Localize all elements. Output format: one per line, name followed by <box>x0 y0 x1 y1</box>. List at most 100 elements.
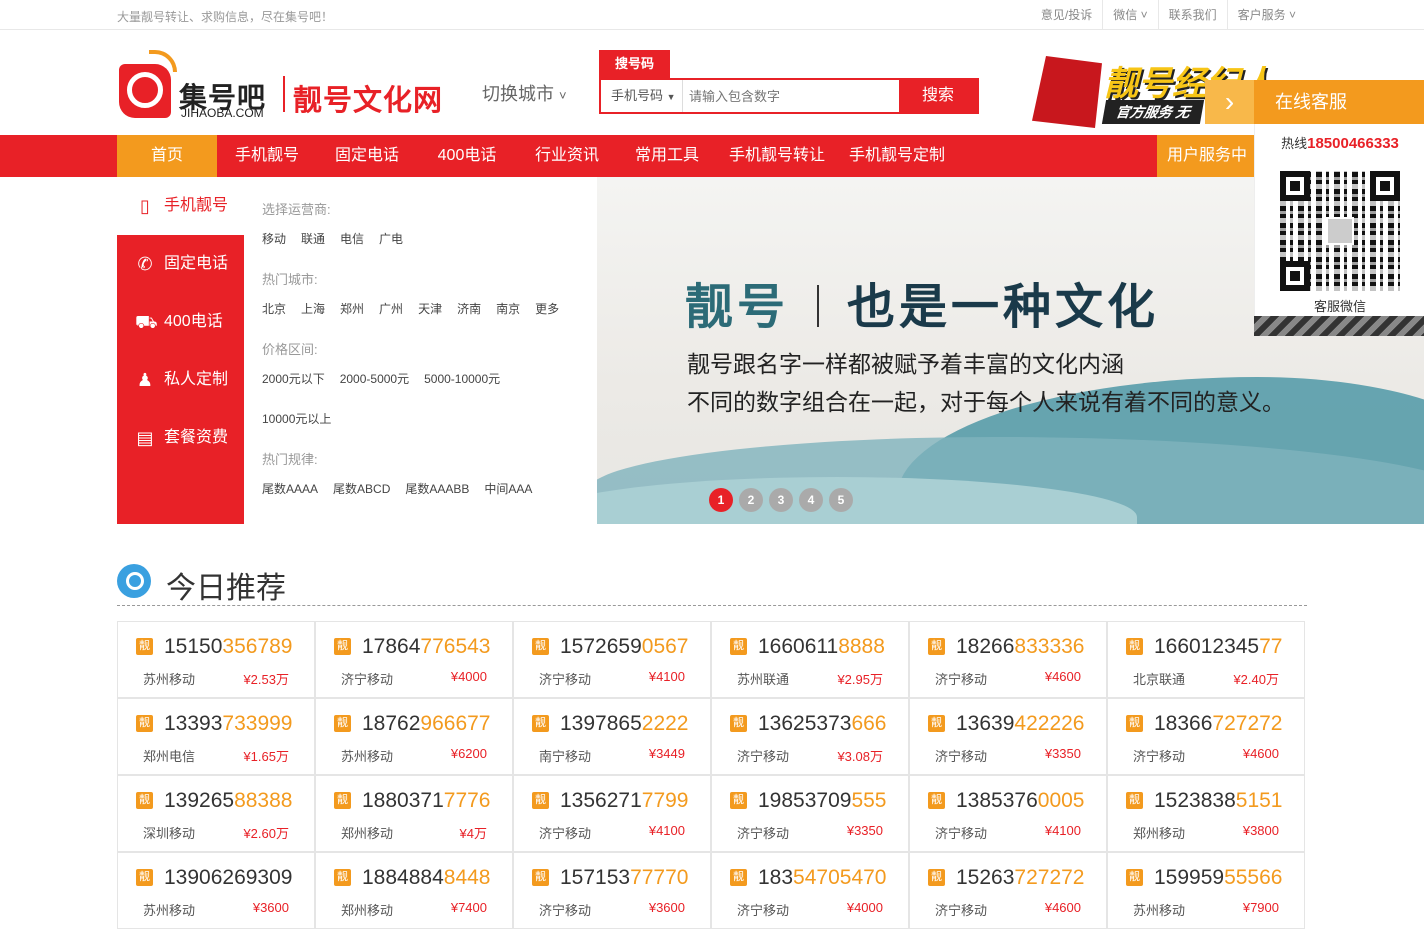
phone-number: 13625373666 <box>758 712 887 735</box>
number-card[interactable]: 靓 18762966677 苏州移动 ¥6200 <box>315 698 513 775</box>
number-card[interactable]: 靓 15238385151 郑州移动 ¥3800 <box>1107 775 1305 852</box>
number-card[interactable]: 靓 13625373666 济宁移动 ¥3.08万 <box>711 698 909 775</box>
fist-icon <box>1032 56 1102 128</box>
number-card[interactable]: 靓 13978652222 南宁移动 ¥3449 <box>513 698 711 775</box>
number-card[interactable]: 靓 15726590567 济宁移动 ¥4100 <box>513 621 711 698</box>
contact-link[interactable]: 联系我们 <box>1157 0 1227 30</box>
cat-custom[interactable]: ♟ 私人定制 <box>117 351 244 409</box>
city-option[interactable]: 济南 <box>457 300 481 317</box>
slider-dot[interactable]: 4 <box>799 488 823 512</box>
carrier-option[interactable]: 联通 <box>301 230 325 247</box>
cat-landline[interactable]: ✆ 固定电话 <box>117 235 244 293</box>
number-price: ¥4000 <box>450 669 487 684</box>
nav-custom[interactable]: 手机靓号定制 <box>837 135 957 177</box>
search-type-select[interactable]: 手机号码 ▼ <box>601 80 683 112</box>
pretty-number-badge: 靓 <box>730 715 747 732</box>
phone-number: 18803717776 <box>362 789 491 812</box>
number-location: 济宁移动 <box>1133 749 1186 764</box>
search-button[interactable]: 搜索 <box>899 80 977 112</box>
slider-dot[interactable]: 1 <box>709 488 733 512</box>
pretty-number-badge: 靓 <box>1126 792 1143 809</box>
price-option[interactable]: 2000-5000元 <box>340 370 409 387</box>
city-switch[interactable]: 切换城市 ˅ <box>482 80 567 106</box>
rule-option[interactable]: 尾数ABCD <box>333 480 390 497</box>
number-card[interactable]: 靓 15263727272 济宁移动 ¥4600 <box>909 852 1107 929</box>
nav-transfer[interactable]: 手机靓号转让 <box>717 135 837 177</box>
price-option[interactable]: 10000元以上 <box>262 410 331 427</box>
rule-option[interactable]: 尾数AAAA <box>262 480 318 497</box>
carrier-option[interactable]: 移动 <box>262 230 286 247</box>
chevron-right-icon[interactable]: › <box>1205 80 1254 124</box>
phone-number: 18366727272 <box>1154 712 1283 735</box>
search-box: 手机号码 ▼ 搜索 <box>599 78 979 114</box>
carrier-option[interactable]: 广电 <box>379 230 403 247</box>
number-card[interactable]: 靓 13926588388 深圳移动 ¥2.60万 <box>117 775 315 852</box>
number-location: 济宁移动 <box>737 903 790 918</box>
search-icon <box>117 564 151 598</box>
cat-mobile[interactable]: ▯ 手机靓号 <box>117 177 244 235</box>
nav-news[interactable]: 行业资讯 <box>517 135 617 177</box>
city-option[interactable]: 郑州 <box>340 300 364 317</box>
number-card[interactable]: 靓 13906269309 苏州移动 ¥3600 <box>117 852 315 929</box>
phone-number: 19853709555 <box>758 789 887 812</box>
city-option[interactable]: 南京 <box>496 300 520 317</box>
nav-tools[interactable]: 常用工具 <box>617 135 717 177</box>
city-more[interactable]: 更多 <box>535 300 559 317</box>
number-card[interactable]: 靓 19853709555 济宁移动 ¥3350 <box>711 775 909 852</box>
nav-landline[interactable]: 固定电话 <box>317 135 417 177</box>
wechat-link[interactable]: 微信 ˅ <box>1102 0 1157 30</box>
slider-dot[interactable]: 3 <box>769 488 793 512</box>
logo-divider <box>283 76 285 112</box>
phone-number: 15263727272 <box>956 866 1085 889</box>
service-header[interactable]: › 在线客服 <box>1205 80 1424 124</box>
site-logo[interactable]: 集号吧 JIHAOBA.COM <box>117 50 277 122</box>
rule-option[interactable]: 尾数AAABB <box>405 480 469 497</box>
city-option[interactable]: 上海 <box>301 300 325 317</box>
number-price: ¥4600 <box>1044 669 1081 684</box>
customer-service-link[interactable]: 客户服务 ˅ <box>1226 0 1306 30</box>
number-card[interactable]: 靓 13562717799 济宁移动 ¥4100 <box>513 775 711 852</box>
carrier-options: 移动 联通 电信 广电 <box>262 230 418 247</box>
number-card[interactable]: 靓 17864776543 济宁移动 ¥4000 <box>315 621 513 698</box>
number-location: 济宁移动 <box>341 672 394 687</box>
number-location: 深圳移动 <box>143 826 196 841</box>
number-location: 济宁移动 <box>935 749 988 764</box>
number-card[interactable]: 靓 13853760005 济宁移动 ¥4100 <box>909 775 1107 852</box>
number-card[interactable]: 靓 15995955566 苏州移动 ¥7900 <box>1107 852 1305 929</box>
nav-home[interactable]: 首页 <box>117 135 217 177</box>
search-input[interactable] <box>683 80 901 112</box>
city-option[interactable]: 广州 <box>379 300 403 317</box>
number-card[interactable]: 靓 13639422226 济宁移动 ¥3350 <box>909 698 1107 775</box>
feedback-link[interactable]: 意见/投诉 <box>1031 0 1102 30</box>
price-option[interactable]: 5000-10000元 <box>424 370 500 387</box>
number-card[interactable]: 靓 13393733999 郑州电信 ¥1.65万 <box>117 698 315 775</box>
pretty-number-badge: 靓 <box>1126 715 1143 732</box>
number-price: ¥2.95万 <box>837 672 883 687</box>
city-option[interactable]: 天津 <box>418 300 442 317</box>
cat-400[interactable]: ⛟ 400电话 <box>117 293 244 351</box>
avatar <box>1326 217 1354 245</box>
rule-option[interactable]: 中间AAA <box>484 480 532 497</box>
logo-domain: JIHAOBA.COM <box>181 106 264 120</box>
number-card[interactable]: 靓 16601234577 北京联通 ¥2.40万 <box>1107 621 1305 698</box>
number-card[interactable]: 靓 18266833336 济宁移动 ¥4600 <box>909 621 1107 698</box>
number-card[interactable]: 靓 16606118888 苏州联通 ¥2.95万 <box>711 621 909 698</box>
number-card[interactable]: 靓 18366727272 济宁移动 ¥4600 <box>1107 698 1305 775</box>
number-card[interactable]: 靓 18848848448 郑州移动 ¥7400 <box>315 852 513 929</box>
nav-mobile[interactable]: 手机靓号 <box>217 135 317 177</box>
cat-package[interactable]: ▤ 套餐资费 <box>117 409 244 467</box>
city-option[interactable]: 北京 <box>262 300 286 317</box>
price-option[interactable]: 2000元以下 <box>262 370 325 387</box>
number-card[interactable]: 靓 15150356789 苏州移动 ¥2.53万 <box>117 621 315 698</box>
slider-dot[interactable]: 2 <box>739 488 763 512</box>
number-card[interactable]: 靓 18354705470 济宁移动 ¥4000 <box>711 852 909 929</box>
pretty-number-badge: 靓 <box>334 869 351 886</box>
number-card[interactable]: 靓 18803717776 郑州移动 ¥4万 <box>315 775 513 852</box>
phone-number: 15995955566 <box>1154 866 1283 889</box>
carrier-option[interactable]: 电信 <box>340 230 364 247</box>
chevron-down-icon: ˅ <box>559 88 567 103</box>
slider-dot[interactable]: 5 <box>829 488 853 512</box>
number-card[interactable]: 靓 15715377770 济宁移动 ¥3600 <box>513 852 711 929</box>
search-tab[interactable]: 搜号码 <box>599 50 670 78</box>
nav-400[interactable]: 400电话 <box>417 135 517 177</box>
